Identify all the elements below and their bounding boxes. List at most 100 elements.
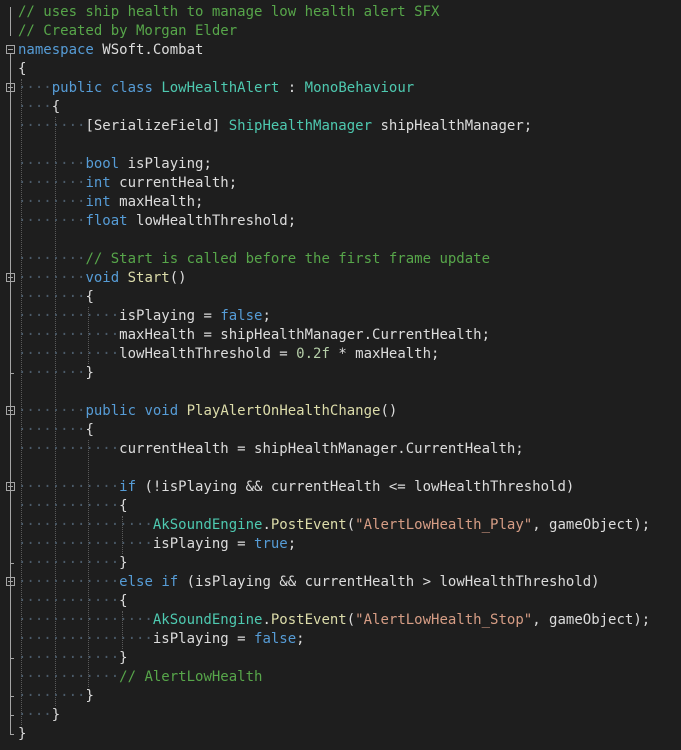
code-line: ····{ — [0, 98, 681, 117]
whitespace-marker: ········ — [18, 289, 86, 305]
collapse-toggle-icon[interactable] — [6, 83, 15, 92]
code-text: ········int currentHealth; — [18, 174, 237, 193]
code-line: ············{ — [0, 592, 681, 611]
code-editor[interactable]: // uses ship health to manage low health… — [0, 0, 681, 750]
code-text: ············} — [18, 649, 128, 668]
code-token: } — [85, 688, 94, 704]
collapse-toggle-icon[interactable] — [6, 406, 15, 415]
code-token: (isPlaying && currentHealth > lowHealthT… — [178, 574, 600, 590]
code-token: class — [110, 80, 153, 96]
code-token: maxHealth = shipHealthManager.CurrentHea… — [119, 327, 491, 343]
code-text: ············// AlertLowHealth — [18, 668, 262, 687]
code-token: else — [119, 574, 153, 590]
code-text: ········{ — [18, 288, 94, 307]
whitespace-marker: ············ — [18, 574, 120, 590]
whitespace-marker: ············ — [18, 346, 120, 362]
code-line: ············} — [0, 554, 681, 573]
whitespace-marker: ············ — [18, 498, 120, 514]
code-text: ············currentHealth = shipHealthMa… — [18, 440, 524, 459]
whitespace-marker: ················ — [18, 536, 153, 552]
code-token: } — [18, 726, 27, 742]
code-text: ········public void PlayAlertOnHealthCha… — [18, 402, 397, 421]
whitespace-marker: ············ — [18, 479, 120, 495]
code-text: ····} — [18, 706, 60, 725]
code-text: namespace WSoft.Combat — [18, 41, 203, 60]
code-token: namespace — [18, 42, 94, 58]
code-token: [SerializeField] — [85, 118, 229, 134]
code-token: isPlaying = — [152, 631, 255, 647]
code-token: "AlertLowHealth_Play" — [355, 517, 533, 533]
code-token: } — [119, 555, 128, 571]
code-line: ········public void PlayAlertOnHealthCha… — [0, 402, 681, 421]
code-token: void — [85, 270, 120, 286]
code-text: ········bool isPlaying; — [18, 155, 212, 174]
code-line: ················AkSoundEngine.PostEvent(… — [0, 516, 681, 535]
code-line: ················isPlaying = false; — [0, 630, 681, 649]
code-token: currentHealth = shipHealthManager.Curren… — [119, 441, 524, 457]
code-token: } — [85, 365, 94, 381]
code-text: ················isPlaying = false; — [18, 630, 305, 649]
code-token: maxHealth; — [110, 194, 204, 210]
collapse-toggle-icon[interactable] — [6, 482, 15, 491]
code-token: ShipHealthManager — [228, 118, 373, 134]
code-token: { — [51, 99, 61, 115]
code-token: "AlertLowHealth_Stop" — [355, 612, 533, 628]
code-text: // Created by Morgan Elder — [18, 22, 237, 41]
whitespace-marker: ············ — [18, 327, 120, 343]
whitespace-marker: ················ — [18, 612, 153, 628]
code-token: if — [161, 574, 179, 590]
code-line: ········void Start() — [0, 269, 681, 288]
code-text: ········} — [18, 687, 94, 706]
code-token: ( — [346, 612, 356, 628]
code-token: { — [85, 422, 94, 438]
code-token: shipHealthManager; — [372, 118, 533, 134]
code-token: isPlaying = — [152, 536, 255, 552]
code-token: float — [85, 213, 128, 229]
code-line: namespace WSoft.Combat — [0, 41, 681, 60]
code-token: bool — [85, 156, 120, 172]
code-line: ················AkSoundEngine.PostEvent(… — [0, 611, 681, 630]
code-token: int — [85, 194, 111, 210]
code-token: currentHealth; — [110, 175, 238, 191]
code-token: { — [85, 289, 94, 305]
code-token: AkSoundEngine — [152, 612, 263, 628]
whitespace-marker: ············ — [18, 441, 120, 457]
whitespace-marker: ············ — [18, 308, 120, 324]
code-token: ( — [346, 517, 356, 533]
collapse-toggle-icon[interactable] — [6, 45, 15, 54]
code-line: ················isPlaying = true; — [0, 535, 681, 554]
code-text: ····public class LowHealthAlert : MonoBe… — [18, 79, 414, 98]
whitespace-marker: ········ — [18, 365, 86, 381]
whitespace-marker: ············ — [18, 593, 120, 609]
code-token: true — [254, 536, 288, 552]
code-token: * maxHealth; — [329, 346, 440, 362]
whitespace-marker: ········ — [18, 194, 86, 210]
collapse-toggle-icon[interactable] — [6, 273, 15, 282]
code-line: { — [0, 60, 681, 79]
whitespace-marker: ········ — [18, 688, 86, 704]
code-line: ············{ — [0, 497, 681, 516]
code-token: lowHealthThreshold = — [119, 346, 297, 362]
code-token: void — [144, 403, 179, 419]
code-line: ········float lowHealthThreshold; — [0, 212, 681, 231]
code-token: { — [119, 498, 128, 514]
code-text: ············else if (isPlaying && curren… — [18, 573, 600, 592]
code-text: ············isPlaying = false; — [18, 307, 271, 326]
collapse-toggle-icon[interactable] — [6, 577, 15, 586]
code-text: ········{ — [18, 421, 94, 440]
code-text: ················isPlaying = true; — [18, 535, 296, 554]
whitespace-marker: ········ — [18, 175, 86, 191]
code-text: ············{ — [18, 497, 128, 516]
code-token: ; — [296, 631, 305, 647]
code-line: ········} — [0, 364, 681, 383]
code-text: ····{ — [18, 98, 60, 117]
code-line: ············currentHealth = shipHealthMa… — [0, 440, 681, 459]
code-token: . — [262, 517, 271, 533]
whitespace-marker: ···· — [18, 707, 52, 723]
code-token: int — [85, 175, 111, 191]
